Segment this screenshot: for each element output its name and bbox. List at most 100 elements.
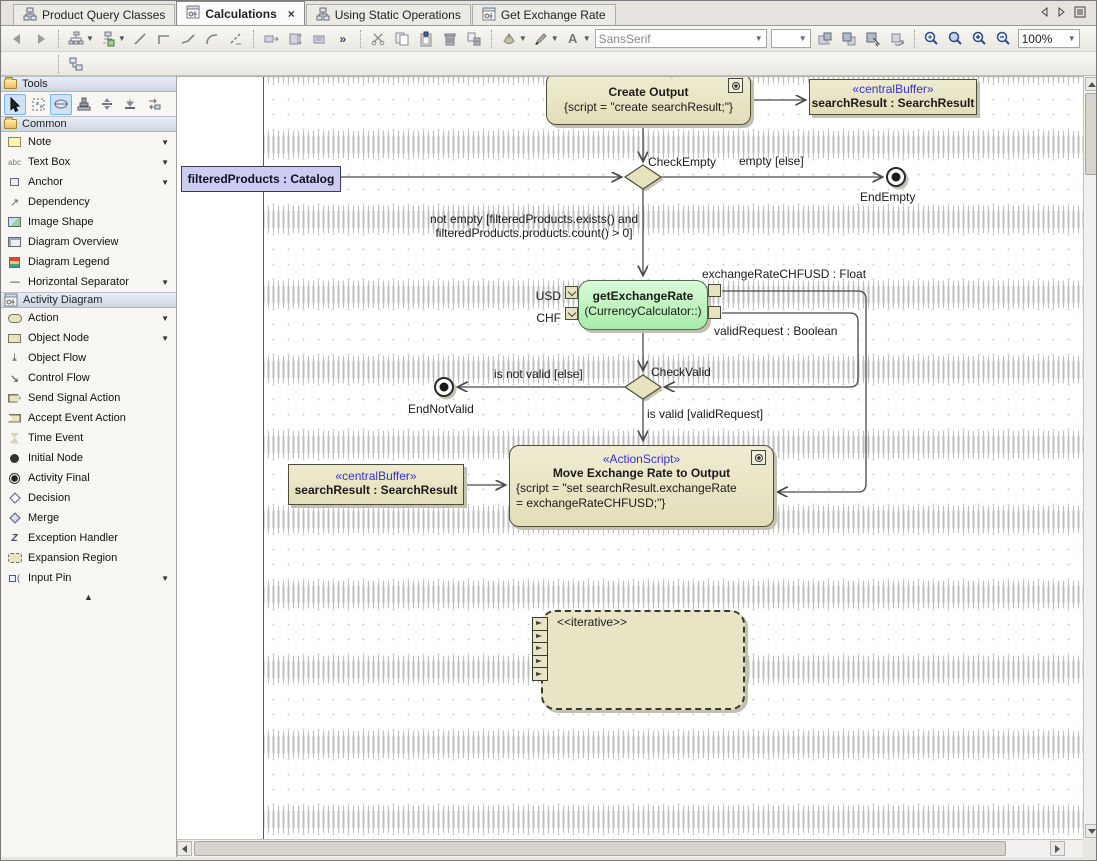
chevron-down-icon[interactable]: ▼ bbox=[161, 314, 176, 323]
action-get-exchange-rate[interactable]: getExchangeRate (CurrencyCalculator::) bbox=[578, 280, 708, 330]
tab-list-icon[interactable] bbox=[1074, 6, 1086, 21]
zoom-in-icon[interactable] bbox=[969, 29, 991, 49]
scroll-down-icon[interactable] bbox=[1085, 824, 1097, 838]
pin-label-valid-request-boolean[interactable]: validRequest : Boolean bbox=[714, 324, 837, 338]
chevron-down-icon[interactable]: ▼ bbox=[161, 158, 176, 167]
line-style-curved-icon[interactable] bbox=[201, 29, 223, 49]
chevron-down-icon[interactable]: ▼ bbox=[161, 178, 176, 187]
add-shape-icon[interactable] bbox=[97, 29, 119, 49]
delete-icon[interactable] bbox=[439, 29, 461, 49]
end-not-valid-label[interactable]: EndNotValid bbox=[408, 402, 474, 416]
decision-label-check-valid[interactable]: CheckValid bbox=[651, 365, 711, 379]
palette-item-expansion-region[interactable]: Expansion Region bbox=[1, 548, 176, 568]
scroll-tabs-right-icon[interactable] bbox=[1057, 7, 1066, 20]
palette-scroll-up-icon[interactable]: ▲ bbox=[1, 588, 176, 602]
toolbar-overflow[interactable]: » bbox=[332, 29, 354, 49]
chevron-down-icon[interactable]: ▼ bbox=[519, 34, 527, 43]
guard-is-not-valid[interactable]: is not valid [else] bbox=[494, 367, 583, 381]
palette-item-text-box[interactable]: abcText Box▼ bbox=[1, 152, 176, 172]
tab-get-exchange-rate[interactable]: Get Exchange Rate bbox=[472, 4, 616, 25]
pin-label-chf[interactable]: CHF bbox=[531, 311, 561, 325]
action-move-exchange-rate[interactable]: «ActionScript» Move Exchange Rate to Out… bbox=[509, 445, 774, 527]
pin-label-usd[interactable]: USD bbox=[531, 289, 561, 303]
tab-using-static-operations[interactable]: Using Static Operations bbox=[306, 4, 471, 25]
vertical-scrollbar-thumb[interactable] bbox=[1085, 93, 1097, 175]
palette-section-activity-diagram[interactable]: Activity Diagram bbox=[1, 292, 176, 308]
input-pin-usd[interactable] bbox=[565, 286, 578, 299]
palette-section-common[interactable]: Common bbox=[1, 116, 176, 132]
diagram-canvas[interactable]: «ActionScript» Create Output {script = "… bbox=[177, 76, 1083, 839]
tab-calculations[interactable]: Calculations × bbox=[176, 1, 304, 25]
central-buffer-top[interactable]: «centralBuffer» searchResult : SearchRes… bbox=[809, 79, 977, 115]
zoom-fit-icon[interactable] bbox=[945, 29, 967, 49]
font-color-icon[interactable]: A bbox=[562, 29, 584, 49]
resize-width-icon[interactable] bbox=[260, 29, 282, 49]
horizontal-scrollbar-thumb[interactable] bbox=[194, 841, 1006, 856]
guard-is-valid[interactable]: is valid [validRequest] bbox=[647, 407, 763, 421]
paste-icon[interactable] bbox=[415, 29, 437, 49]
output-pin-valid-request[interactable] bbox=[708, 306, 721, 319]
palette-item-control-flow[interactable]: ↘Control Flow bbox=[1, 368, 176, 388]
palette-item-action[interactable]: Action▼ bbox=[1, 308, 176, 328]
decision-label-check-empty[interactable]: CheckEmpty bbox=[648, 155, 716, 169]
palette-item-activity-final[interactable]: Activity Final bbox=[1, 468, 176, 488]
palette-item-exception-handler[interactable]: ZException Handler bbox=[1, 528, 176, 548]
chevron-down-icon[interactable]: ▼ bbox=[551, 34, 559, 43]
chevron-down-icon[interactable]: ▼ bbox=[583, 34, 591, 43]
layer-back-icon[interactable] bbox=[838, 29, 860, 49]
input-pin-chf[interactable] bbox=[565, 307, 578, 320]
chevron-down-icon[interactable]: ▼ bbox=[161, 138, 176, 147]
palette-item-diagram-overview[interactable]: Diagram Overview bbox=[1, 232, 176, 252]
line-style-rectilinear-icon[interactable] bbox=[153, 29, 175, 49]
fill-color-icon[interactable] bbox=[498, 29, 520, 49]
palette-item-horizontal-separator[interactable]: ----Horizontal Separator▼ bbox=[1, 272, 176, 292]
central-buffer-left[interactable]: «centralBuffer» searchResult : SearchRes… bbox=[288, 464, 464, 505]
copy-icon[interactable] bbox=[391, 29, 413, 49]
sticky-icon[interactable] bbox=[50, 94, 72, 115]
swap-shape-icon[interactable] bbox=[142, 94, 164, 115]
palette-item-accept-event-action[interactable]: Accept Event Action bbox=[1, 408, 176, 428]
tab-product-query-classes[interactable]: Product Query Classes bbox=[13, 4, 175, 25]
chevron-down-icon[interactable]: ▼ bbox=[161, 574, 176, 583]
chevron-down-icon[interactable]: ▼ bbox=[86, 34, 94, 43]
zoom-out-icon[interactable] bbox=[993, 29, 1015, 49]
guard-empty-else[interactable]: empty [else] bbox=[739, 154, 804, 168]
resize-both-icon[interactable] bbox=[308, 29, 330, 49]
palette-item-anchor[interactable]: Anchor▼ bbox=[1, 172, 176, 192]
scroll-right-icon[interactable] bbox=[1050, 841, 1065, 856]
layer-front-icon[interactable] bbox=[814, 29, 836, 49]
back-icon[interactable] bbox=[6, 29, 28, 49]
zoom-region-icon[interactable] bbox=[921, 29, 943, 49]
palette-section-tools[interactable]: Tools bbox=[1, 76, 176, 92]
refresh-shape-icon[interactable] bbox=[886, 29, 908, 49]
line-style-dashed-icon[interactable] bbox=[225, 29, 247, 49]
palette-item-input-pin[interactable]: (Input Pin▼ bbox=[1, 568, 176, 588]
vertical-distribute-icon[interactable] bbox=[96, 94, 118, 115]
stamp-icon[interactable] bbox=[73, 94, 95, 115]
vertical-align-icon[interactable] bbox=[119, 94, 141, 115]
scroll-left-icon[interactable] bbox=[177, 841, 192, 856]
palette-item-dependency[interactable]: ↗Dependency bbox=[1, 192, 176, 212]
output-pin-exchange-rate[interactable] bbox=[708, 284, 721, 297]
close-tab-icon[interactable]: × bbox=[288, 7, 295, 21]
expansion-node-icon[interactable] bbox=[532, 617, 548, 681]
vertical-scrollbar[interactable] bbox=[1083, 76, 1097, 839]
font-size-select[interactable]: ▼ bbox=[771, 29, 811, 48]
palette-item-diagram-legend[interactable]: Diagram Legend bbox=[1, 252, 176, 272]
containment-tree-icon[interactable] bbox=[65, 54, 87, 74]
palette-item-send-signal-action[interactable]: Send Signal Action bbox=[1, 388, 176, 408]
horizontal-scrollbar[interactable] bbox=[177, 839, 1083, 857]
end-empty-label[interactable]: EndEmpty bbox=[860, 190, 915, 204]
palette-item-decision[interactable]: Decision bbox=[1, 488, 176, 508]
palette-item-time-event[interactable]: Time Event bbox=[1, 428, 176, 448]
palette-item-object-flow[interactable]: ⤓Object Flow bbox=[1, 348, 176, 368]
expansion-region-iterative[interactable]: <<iterative>> bbox=[541, 610, 745, 710]
chevron-down-icon[interactable]: ▼ bbox=[118, 34, 126, 43]
chevron-down-icon[interactable]: ▼ bbox=[161, 278, 176, 287]
pointer-icon[interactable] bbox=[4, 94, 26, 115]
chevron-down-icon[interactable]: ▼ bbox=[161, 334, 176, 343]
layout-tree-icon[interactable] bbox=[65, 29, 87, 49]
forward-icon[interactable] bbox=[30, 29, 52, 49]
pin-label-exchange-rate-float[interactable]: exchangeRateCHFUSD : Float bbox=[702, 267, 866, 281]
font-family-select[interactable]: SansSerif▼ bbox=[595, 29, 767, 48]
